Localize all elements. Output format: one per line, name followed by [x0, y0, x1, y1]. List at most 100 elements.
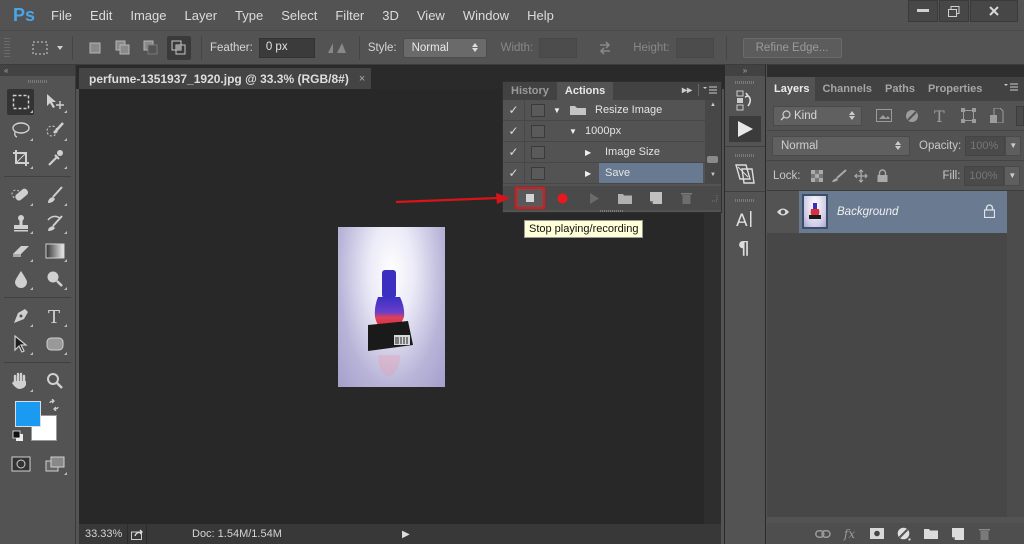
new-layer-button[interactable]	[944, 527, 971, 540]
toggle-dialog-box[interactable]	[531, 103, 545, 117]
action-row[interactable]: ✓ ▼ 1000px	[503, 121, 706, 142]
swap-colors-icon[interactable]	[48, 399, 60, 411]
new-group-button[interactable]	[917, 528, 944, 539]
menu-select[interactable]: Select	[272, 8, 326, 23]
create-new-set-button[interactable]	[609, 186, 640, 210]
restore-button[interactable]	[939, 0, 969, 22]
blur-tool[interactable]	[7, 266, 34, 292]
zoom-level[interactable]: 33.33%	[79, 528, 127, 540]
begin-recording-button[interactable]	[547, 186, 578, 210]
type-tool[interactable]: T	[41, 303, 68, 329]
filter-toggle[interactable]	[1016, 105, 1024, 126]
collapsed-arrow-icon[interactable]: ▶	[585, 169, 595, 178]
close-document-icon[interactable]: ×	[359, 73, 365, 85]
height-input[interactable]	[675, 37, 714, 58]
dock-paragraph-button[interactable]: ¶	[729, 234, 761, 260]
minimize-button[interactable]	[908, 0, 938, 22]
spot-healing-brush-tool[interactable]	[7, 182, 34, 208]
create-new-action-button[interactable]	[640, 186, 671, 210]
menu-filter[interactable]: Filter	[326, 8, 373, 23]
lock-position-button[interactable]	[851, 166, 871, 186]
menu-file[interactable]: File	[42, 8, 81, 23]
add-mask-button[interactable]	[863, 528, 890, 539]
screen-mode-button[interactable]	[41, 451, 68, 477]
toggle-item-checkmark-icon[interactable]: ✓	[503, 163, 525, 183]
gradient-tool[interactable]	[41, 238, 68, 264]
toggle-dialog-box[interactable]	[531, 124, 545, 138]
stop-playing-recording-button[interactable]	[515, 187, 545, 209]
menu-view[interactable]: View	[408, 8, 454, 23]
eraser-tool[interactable]	[7, 238, 34, 264]
subtract-from-selection-button[interactable]	[139, 36, 163, 60]
hand-tool[interactable]	[7, 368, 34, 394]
layer-selected[interactable]: Background	[799, 190, 1007, 233]
move-tool[interactable]	[41, 89, 68, 115]
foreground-color-swatch[interactable]	[15, 401, 41, 427]
new-selection-button[interactable]	[83, 36, 107, 60]
lock-image-pixels-button[interactable]	[829, 166, 849, 186]
expanded-arrow-icon[interactable]: ▼	[553, 106, 563, 115]
link-layers-button[interactable]	[809, 529, 836, 538]
lock-transparent-pixels-button[interactable]	[807, 166, 827, 186]
tab-layers[interactable]: Layers	[767, 77, 816, 101]
panel-menu-icon[interactable]	[1004, 83, 1018, 92]
feather-input[interactable]: 0 px	[258, 37, 315, 58]
dock-character-button[interactable]: A	[729, 206, 761, 232]
zoom-tool[interactable]	[41, 368, 68, 394]
toggle-dialog-box[interactable]	[531, 166, 545, 180]
status-menu-arrow-icon[interactable]: ▶	[402, 529, 410, 540]
fill-input[interactable]: 100%	[964, 165, 1005, 186]
toggle-item-checkmark-icon[interactable]: ✓	[503, 100, 525, 120]
scroll-down-icon[interactable]: ▼	[710, 172, 716, 178]
dock-clone-source-button[interactable]	[729, 161, 761, 187]
opacity-dropdown-icon[interactable]: ▼	[1005, 135, 1022, 156]
chevron-down-icon[interactable]	[56, 45, 64, 51]
brush-tool[interactable]	[41, 182, 68, 208]
crop-tool[interactable]	[7, 145, 34, 171]
rounded-rectangle-tool[interactable]	[41, 331, 68, 357]
filter-kind-select[interactable]: Kind	[773, 105, 863, 126]
action-row[interactable]: ✓ ▶ Save	[503, 163, 706, 184]
panel-menu-icon[interactable]	[703, 86, 717, 95]
export-button[interactable]	[127, 524, 147, 544]
menu-edit[interactable]: Edit	[81, 8, 121, 23]
tab-channels[interactable]: Channels	[815, 77, 878, 101]
action-row[interactable]: ✓ ▼ Resize Image	[503, 100, 706, 121]
filter-shape-button[interactable]	[957, 106, 980, 126]
document-tab[interactable]: perfume-1351937_1920.jpg @ 33.3% (RGB/8#…	[79, 68, 371, 89]
clone-stamp-tool[interactable]	[7, 210, 34, 236]
refine-edge-button[interactable]: Refine Edge...	[742, 37, 842, 58]
document-image[interactable]	[338, 227, 445, 387]
opacity-input[interactable]: 100%	[965, 135, 1006, 156]
tab-paths[interactable]: Paths	[878, 77, 921, 101]
anti-alias-toggle[interactable]	[325, 36, 349, 60]
dodge-tool[interactable]	[41, 266, 68, 292]
delete-layer-button[interactable]	[971, 528, 998, 540]
filter-type-button[interactable]: T	[929, 106, 952, 126]
delete-action-button[interactable]	[671, 186, 702, 210]
fill-dropdown-icon[interactable]: ▼	[1004, 165, 1021, 186]
new-adjustment-layer-button[interactable]	[890, 527, 917, 541]
filter-pixel-button[interactable]	[872, 106, 895, 126]
intersect-with-selection-button[interactable]	[167, 35, 191, 60]
tool-preset-picker[interactable]	[28, 36, 52, 60]
actions-panel-resize[interactable]	[503, 210, 721, 213]
filter-adjustment-button[interactable]	[901, 106, 924, 126]
tab-properties[interactable]: Properties	[921, 77, 988, 101]
collapse-panel-icon[interactable]: ▸▸	[682, 85, 692, 96]
layers-scrollbar[interactable]	[1007, 191, 1024, 517]
rectangular-marquee-tool[interactable]	[7, 89, 34, 115]
resize-grip-icon[interactable]	[710, 194, 718, 202]
expanded-arrow-icon[interactable]: ▼	[569, 127, 579, 136]
scroll-up-icon[interactable]: ▲	[710, 102, 716, 108]
menu-window[interactable]: Window	[454, 8, 518, 23]
style-select[interactable]: Normal	[402, 37, 487, 58]
pen-tool[interactable]	[7, 303, 34, 329]
quick-mask-button[interactable]	[7, 451, 34, 477]
filter-smart-object-button[interactable]	[985, 106, 1008, 126]
swap-width-height-button[interactable]	[593, 36, 617, 60]
action-row[interactable]: ✓ ▶ Image Size	[503, 142, 706, 163]
toggle-item-checkmark-icon[interactable]: ✓	[503, 121, 525, 141]
scroll-thumb[interactable]	[707, 156, 718, 163]
toggle-dialog-box[interactable]	[531, 145, 545, 159]
